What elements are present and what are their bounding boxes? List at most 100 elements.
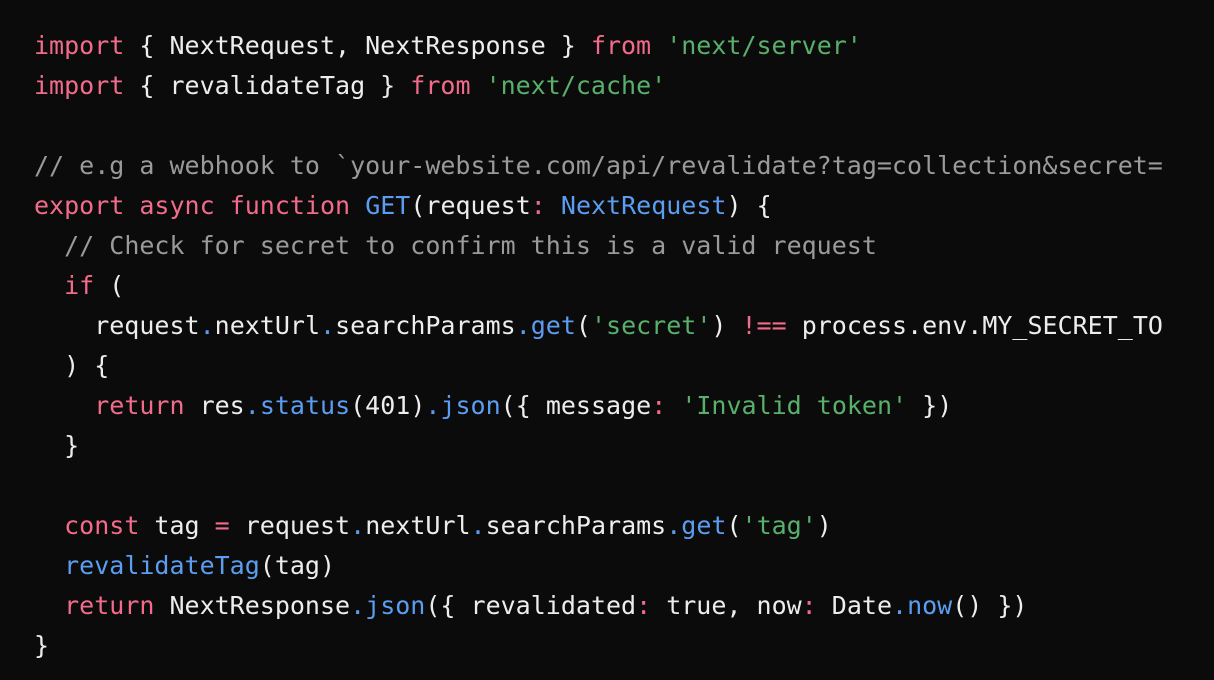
code-token-keyword: export — [34, 191, 125, 220]
code-line: import { revalidateTag } from 'next/cach… — [34, 66, 1163, 106]
code-token-function: get — [681, 511, 727, 540]
code-token-keyword: : — [530, 191, 546, 220]
code-token-default — [215, 191, 230, 220]
code-token-default: searchParams — [485, 511, 667, 540]
code-token-string: 'next/cache' — [485, 71, 667, 100]
code-token-comment: // Check for secret to confirm this is a… — [64, 231, 877, 260]
code-token-punct: . — [244, 391, 260, 420]
code-line: export async function GET(request: NextR… — [34, 186, 1163, 226]
code-token-default — [471, 71, 486, 100]
code-line: return NextResponse.json({ revalidated: … — [34, 586, 1163, 626]
code-token-string: 'Invalid token' — [681, 391, 908, 420]
code-token-default: res — [184, 391, 245, 420]
code-token-function: now — [907, 591, 953, 620]
code-token-default: process.env.MY_SECRET_TO — [786, 311, 1163, 340]
code-token-keyword: if — [64, 271, 95, 300]
code-token-default: nextUrl — [365, 511, 471, 540]
code-token-keyword: return — [94, 391, 185, 420]
code-token-default: true, now — [651, 591, 802, 620]
code-token-default — [34, 511, 64, 540]
code-token-default: Date — [816, 591, 892, 620]
code-token-keyword: function — [229, 191, 351, 220]
code-token-default: ) { — [34, 351, 110, 380]
code-token-punct: . — [892, 591, 908, 620]
code-token-default: (request — [410, 191, 531, 220]
code-token-keyword: from — [590, 31, 652, 60]
code-token-default — [34, 231, 64, 260]
code-token-string: 'secret' — [590, 311, 712, 340]
code-token-keyword: async — [139, 191, 215, 220]
code-token-punct: . — [470, 511, 486, 540]
code-token-default: ({ revalidated — [425, 591, 637, 620]
code-token-default — [34, 551, 64, 580]
code-token-function: revalidateTag — [64, 551, 260, 580]
code-token-default: ( — [575, 311, 591, 340]
code-token-keyword: : — [636, 591, 652, 620]
code-token-default — [34, 271, 64, 300]
code-token-default — [34, 391, 94, 420]
code-line: } — [34, 426, 1163, 466]
code-token-string: 'next/server' — [666, 31, 862, 60]
code-token-punct: . — [350, 591, 366, 620]
code-token-keyword: import — [34, 71, 125, 100]
code-token-keyword: from — [410, 71, 471, 100]
code-token-punct: . — [425, 391, 441, 420]
code-token-default: (tag) — [259, 551, 336, 580]
code-token-default: ) { — [726, 191, 772, 220]
code-token-keyword: return — [64, 591, 155, 620]
code-line: request.nextUrl.searchParams.get('secret… — [34, 306, 1163, 346]
code-token-default: }) — [907, 391, 953, 420]
code-token-function: get — [530, 311, 576, 340]
code-line: // Check for secret to confirm this is a… — [34, 226, 1163, 266]
code-token-default: ( — [726, 511, 742, 540]
code-token-default — [124, 191, 139, 220]
code-token-string: 'tag' — [741, 511, 817, 540]
code-token-default: } — [34, 631, 50, 660]
code-token-function: json — [365, 591, 426, 620]
code-token-function: GET — [365, 191, 411, 220]
code-token-default: nextUrl — [214, 311, 320, 340]
code-token-punct: . — [666, 511, 682, 540]
code-token-default: request — [34, 311, 200, 340]
code-token-keyword: !== — [741, 311, 787, 340]
code-block: import { NextRequest, NextResponse } fro… — [0, 0, 1214, 680]
code-token-default: ( — [94, 271, 125, 300]
code-token-default: { NextRequest, NextResponse } — [124, 31, 591, 60]
code-line: // e.g a webhook to `your-website.com/ap… — [34, 146, 1163, 186]
code-token-default: NextResponse — [154, 591, 351, 620]
code-token-default: } — [34, 431, 80, 460]
code-token-punct: . — [515, 311, 531, 340]
code-token-default — [350, 191, 365, 220]
code-token-comment: // e.g a webhook to `your-website.com/ap… — [34, 151, 1163, 180]
code-token-default — [651, 31, 666, 60]
code-token-default: tag — [139, 511, 215, 540]
code-token-punct: . — [350, 511, 366, 540]
code-token-default: (401) — [350, 391, 426, 420]
code-token-keyword: = — [214, 511, 230, 540]
code-line: } — [34, 626, 1163, 666]
code-token-punct: . — [320, 311, 336, 340]
code-token-default: ({ message — [500, 391, 652, 420]
code-token-default: ) — [816, 511, 832, 540]
code-token-punct: . — [199, 311, 215, 340]
code-lines: import { NextRequest, NextResponse } fro… — [34, 26, 1163, 666]
code-line: return res.status(401).json({ message: '… — [34, 386, 1163, 426]
code-token-default — [34, 591, 64, 620]
code-token-function: json — [440, 391, 501, 420]
code-token-keyword: import — [34, 31, 125, 60]
code-line: revalidateTag(tag) — [34, 546, 1163, 586]
code-line: import { NextRequest, NextResponse } fro… — [34, 26, 1163, 66]
code-token-default: { revalidateTag } — [124, 71, 411, 100]
code-token-default: ) — [711, 311, 742, 340]
code-token-keyword: : — [801, 591, 817, 620]
code-token-keyword: const — [64, 511, 140, 540]
code-token-default: request — [229, 511, 351, 540]
code-line: ) { — [34, 346, 1163, 386]
code-token-keyword: : — [651, 391, 667, 420]
code-line: if ( — [34, 266, 1163, 306]
code-token-function: status — [259, 391, 351, 420]
code-token-default: searchParams — [335, 311, 516, 340]
code-token-default: () }) — [952, 591, 1028, 620]
